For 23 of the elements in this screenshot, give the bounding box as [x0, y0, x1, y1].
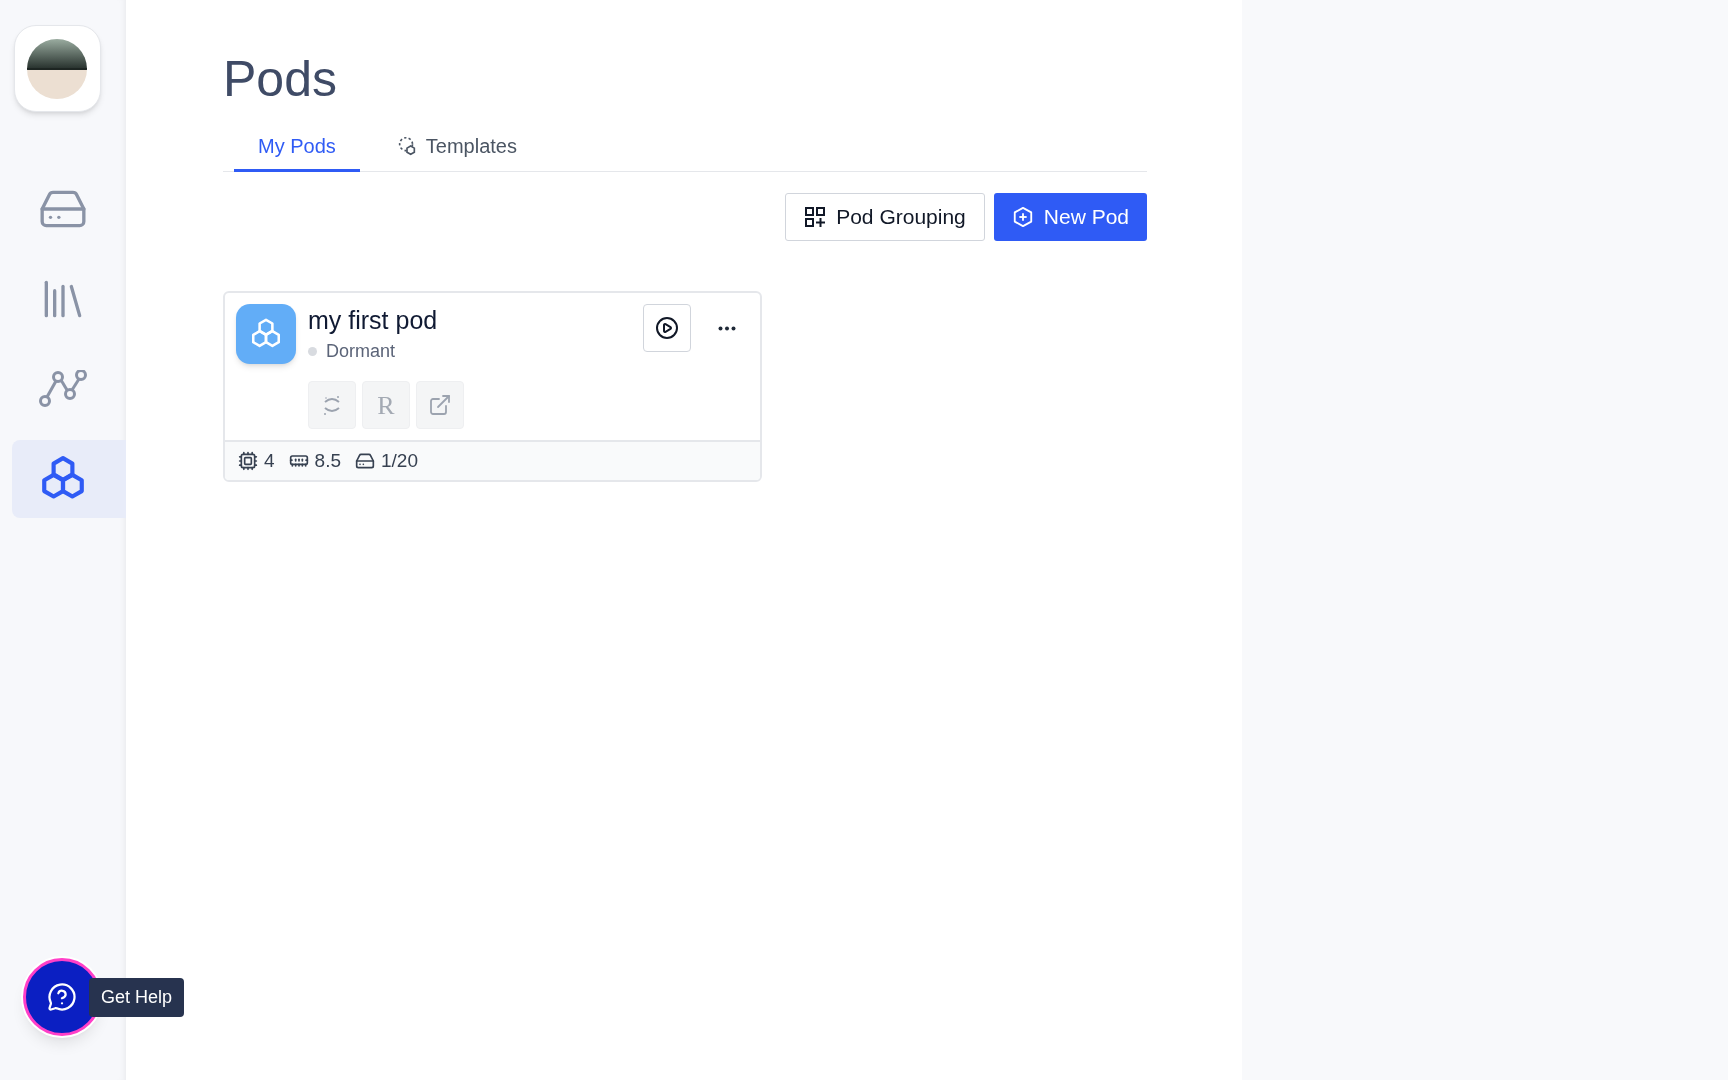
new-pod-button[interactable]: New Pod [993, 193, 1147, 241]
cpu-icon [238, 451, 258, 471]
spec-value: 4 [264, 448, 275, 473]
tab[interactable]: My Pods [234, 122, 360, 172]
pod-name: my first pod [308, 305, 439, 336]
hexagon-plus-icon [1011, 206, 1034, 228]
pod-status: Dormant [326, 340, 396, 363]
pod-grouping-button[interactable]: Pod Grouping [785, 193, 985, 241]
play-button[interactable] [643, 304, 691, 352]
more-icon [718, 325, 736, 331]
page-title: Pods [223, 50, 338, 109]
avatar-tile[interactable] [13, 25, 101, 112]
grid-plus-icon [804, 206, 827, 228]
tab[interactable]: Templates [371, 122, 541, 172]
external-link-icon [428, 393, 452, 417]
sidebar-item[interactable] [12, 440, 126, 518]
play-icon [655, 316, 679, 340]
drive-icon [355, 451, 375, 471]
spec-value: 8.5 [314, 448, 341, 473]
spec-value: 1/20 [381, 448, 418, 473]
help-tooltip: Get Help [89, 977, 185, 1017]
help-icon [47, 982, 77, 1012]
graph-icon [39, 370, 87, 408]
